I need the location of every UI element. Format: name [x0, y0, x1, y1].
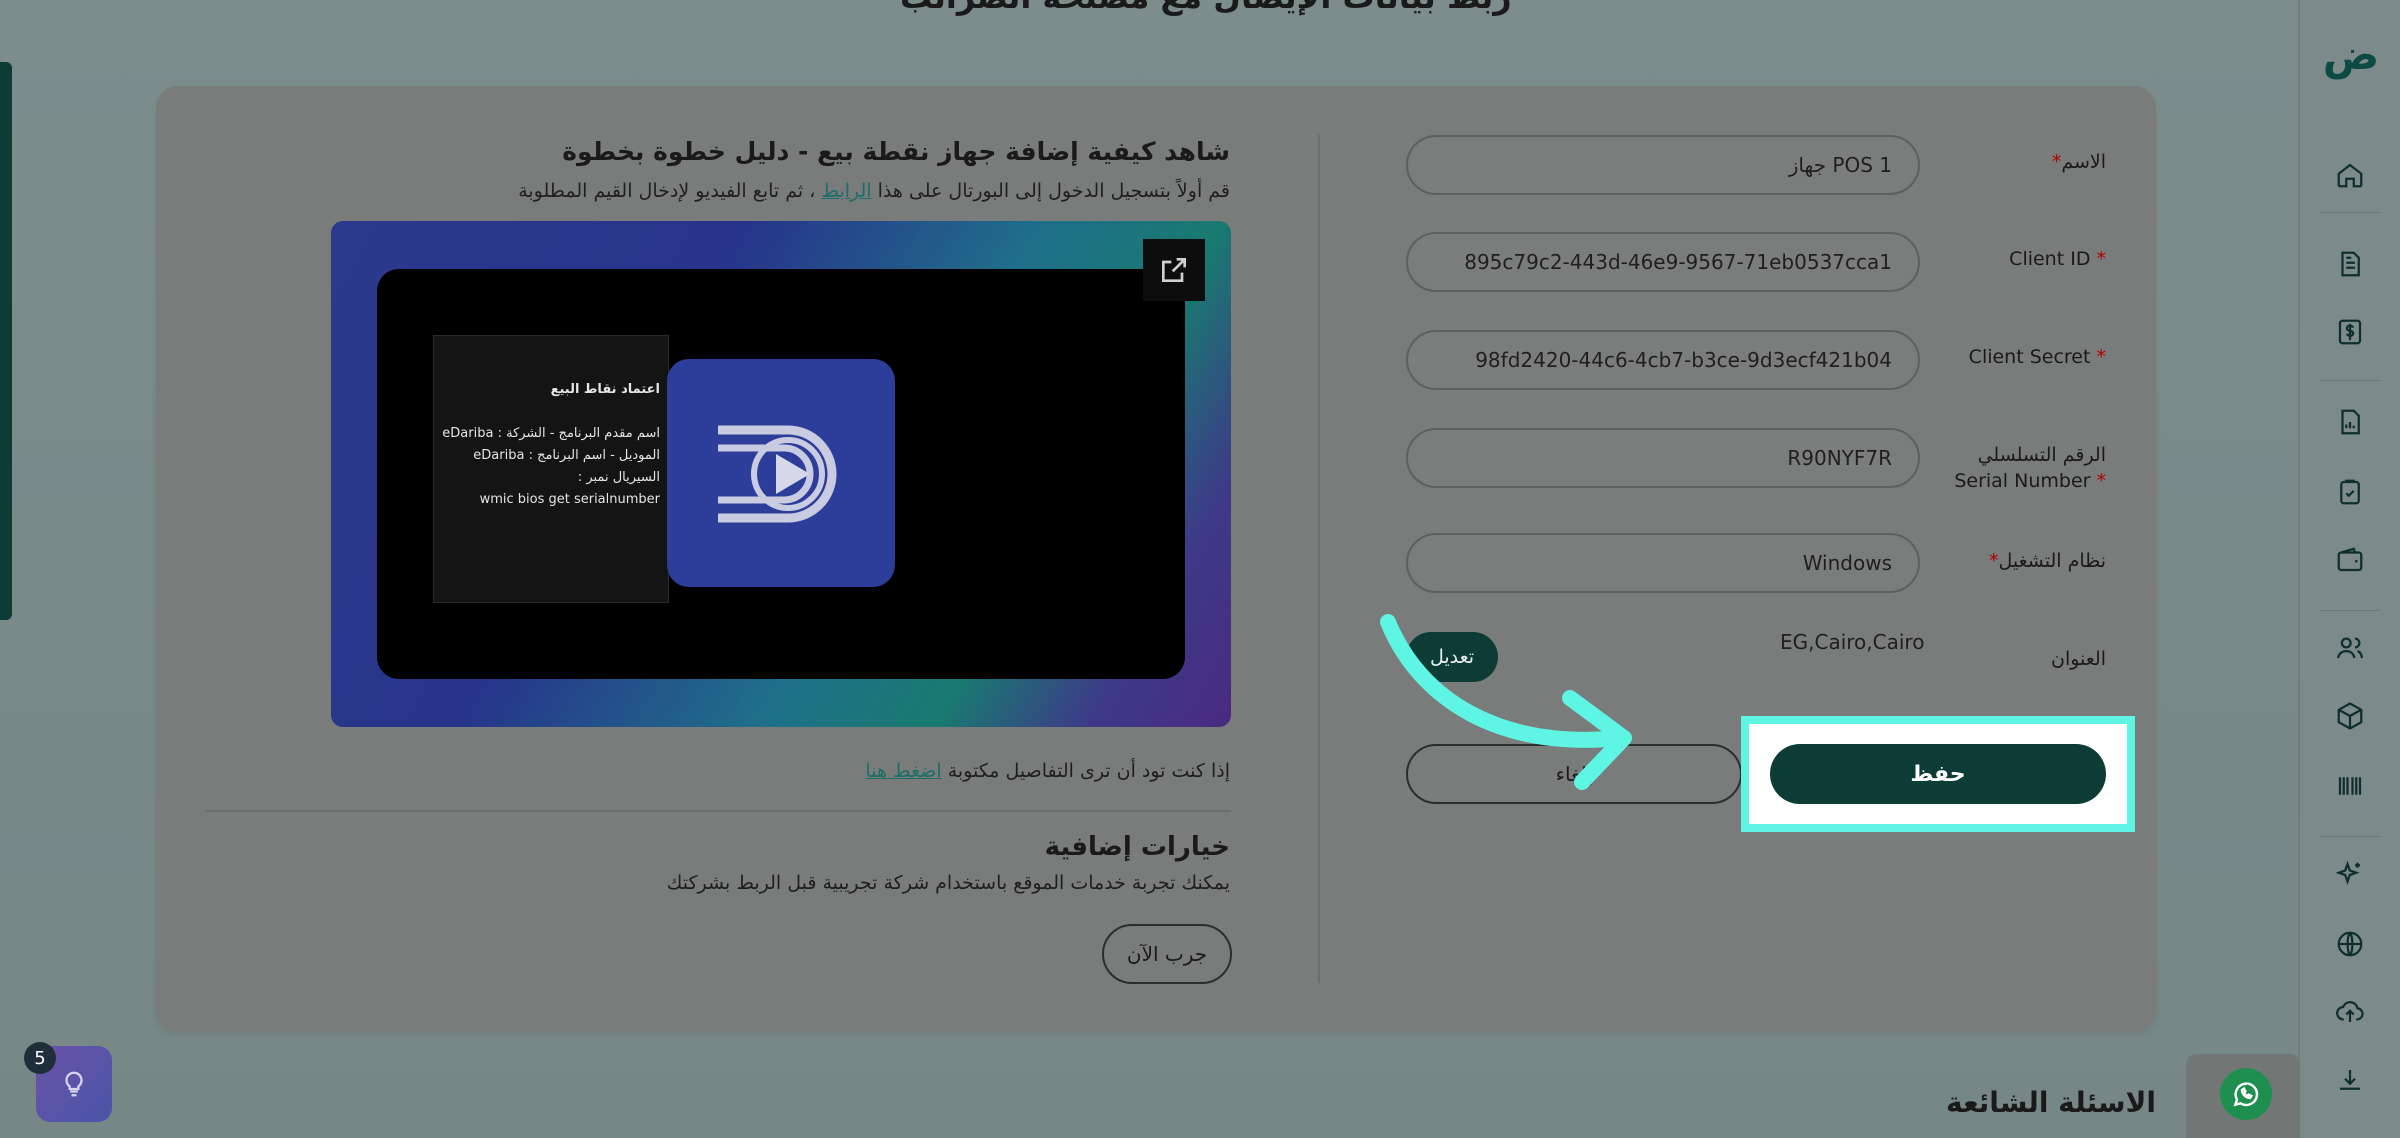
video-screen: اعتماد نقاط البيع اسم مقدم البرنامج - ال…: [377, 269, 1185, 679]
notification-badge: 5: [24, 1042, 56, 1074]
serial-number-label: الرقم التسلسلي * Serial Number: [1954, 444, 2106, 492]
sidebar: ض: [2298, 0, 2400, 1138]
whatsapp-icon[interactable]: [2220, 1068, 2272, 1120]
checklist-icon[interactable]: [2332, 474, 2368, 510]
video-player[interactable]: اعتماد نقاط البيع اسم مقدم البرنامج - ال…: [331, 221, 1231, 727]
section-divider: [206, 810, 1231, 812]
sparkle-icon[interactable]: [2332, 856, 2368, 892]
try-now-button[interactable]: جرب الآن: [1102, 924, 1232, 984]
save-button[interactable]: حفظ: [1770, 744, 2106, 804]
column-divider: [1318, 135, 1320, 983]
os-input[interactable]: [1406, 533, 1920, 593]
client-secret-input[interactable]: [1406, 330, 1920, 390]
notepad-line: wmic bios get serialnumber: [479, 492, 660, 507]
barcode-icon[interactable]: [2332, 768, 2368, 804]
faq-title: الاسئلة الشائعة: [1946, 1086, 2156, 1119]
globe-icon[interactable]: [2332, 926, 2368, 962]
document-icon[interactable]: [2332, 246, 2368, 282]
video-instructions: قم أولاً بتسجيل الدخول إلى البورتال على …: [518, 180, 1230, 202]
portal-link[interactable]: الرابط: [821, 180, 871, 202]
report-icon[interactable]: [2332, 404, 2368, 440]
notepad-line: السيريال نمبر :: [577, 470, 660, 485]
home-icon[interactable]: [2332, 157, 2368, 193]
os-label: نظام التشغيل*: [1988, 550, 2106, 572]
address-value: EG,Cairo,Cairo: [1780, 630, 1925, 654]
notepad-preview: اعتماد نقاط البيع اسم مقدم البرنامج - ال…: [433, 335, 669, 603]
extra-options-subtitle: يمكنك تجربة خدمات الموقع باستخدام شركة ت…: [666, 872, 1230, 894]
extra-options-title: خيارات إضافية: [1044, 832, 1230, 862]
written-guide-note: إذا كنت تود أن ترى التفاصيل مكتوبة اضغط …: [865, 760, 1230, 782]
serial-number-input[interactable]: [1406, 428, 1920, 488]
video-title: شاهد كيفية إضافة جهاز نقطة بيع - دليل خط…: [562, 137, 1230, 166]
name-label: الاسم*: [2051, 151, 2106, 173]
box-icon[interactable]: [2332, 698, 2368, 734]
page-title: ربط بيانات الإيصال مع مصلحة الضرائب: [900, 0, 1512, 16]
tutorial-arrow: [1380, 614, 1632, 790]
external-link-icon[interactable]: [1143, 239, 1205, 301]
play-icon[interactable]: [667, 359, 895, 587]
download-icon[interactable]: [2332, 1062, 2368, 1098]
notepad-line: اعتماد نقاط البيع: [550, 382, 660, 397]
name-input[interactable]: [1406, 135, 1920, 195]
sidebar-separator: [2320, 836, 2380, 837]
brand-logo[interactable]: ض: [2320, 30, 2382, 80]
address-label: العنوان: [2050, 648, 2106, 670]
dollar-icon[interactable]: [2332, 314, 2368, 350]
notepad-line: الموديل - اسم البرنامج : eDariba: [473, 448, 660, 463]
sidebar-separator: [2320, 610, 2380, 611]
client-id-input[interactable]: [1406, 232, 1920, 292]
users-icon[interactable]: [2332, 630, 2368, 666]
client-secret-label: * Client Secret: [1968, 346, 2106, 368]
side-scroll-indicator: [0, 62, 12, 620]
wallet-icon[interactable]: [2332, 542, 2368, 578]
upload-icon[interactable]: [2332, 994, 2368, 1030]
sidebar-separator: [2320, 380, 2380, 381]
client-id-label: * Client ID: [2009, 248, 2106, 270]
sidebar-separator: [2320, 212, 2380, 213]
written-guide-link[interactable]: اضغط هنا: [865, 760, 941, 782]
notepad-line: اسم مقدم البرنامج - الشركة : eDariba: [442, 426, 660, 441]
